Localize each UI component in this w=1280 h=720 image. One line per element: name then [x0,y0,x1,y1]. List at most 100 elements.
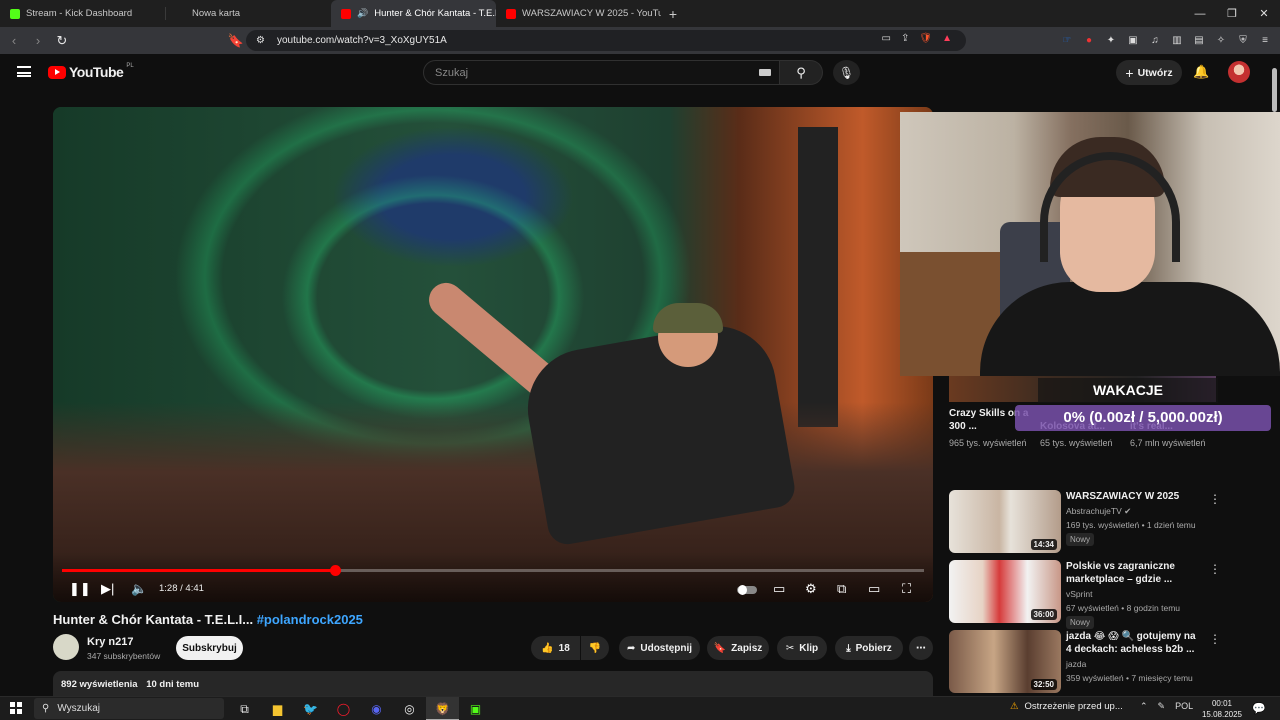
volume-icon[interactable]: 🔈 [131,581,147,597]
reload-icon[interactable]: ↻ [52,33,72,49]
voice-search-button[interactable]: 🎙 [833,60,860,85]
bookmark-icon[interactable]: 🔖 [226,33,246,49]
app-icon[interactable]: 🐦 [294,702,327,716]
notifications-bell-icon[interactable]: 🔔 [1193,64,1209,80]
chevron-up-icon[interactable]: ⌃ [1140,701,1148,712]
browser-tabbar: Stream - Kick Dashboard Nowa karta 🔊 Hun… [0,0,1280,27]
channel-name[interactable]: Kry n217 [87,636,133,648]
tab-kick-dashboard[interactable]: Stream - Kick Dashboard [0,0,165,27]
recommendation-item[interactable]: 32:50 jazda 😂 😱 🔍 gotujemy na 4 deckach:… [949,630,1279,696]
progress-bar[interactable] [62,565,924,576]
audio-icon[interactable]: 🔊 [357,8,368,19]
create-button[interactable]: + Utwórz [1116,60,1182,85]
language-indicator[interactable]: POL [1175,701,1193,712]
brave-icon[interactable]: 🦁 [426,697,459,720]
miniplayer-icon[interactable]: ⧉ [837,581,846,597]
site-info-icon[interactable]: ⚙ [256,35,265,46]
youtube-icon [506,8,516,19]
webcam-overlay [900,112,1280,376]
back-icon[interactable]: ‹ [4,33,24,48]
recommendation-item[interactable]: 36:00 Polskie vs zagraniczne marketplace… [949,560,1279,629]
notifications-icon[interactable]: 💬 [1252,702,1266,715]
account-avatar[interactable] [1228,61,1250,83]
subtitles-icon[interactable]: ▭ [773,581,785,597]
leo-icon[interactable]: ✧ [1214,35,1228,46]
clip-button[interactable]: ✂ Klip [777,636,827,660]
hamburger-menu-icon[interactable] [17,66,31,77]
warning-text: Ostrzeżenie przed up... [1024,701,1123,712]
like-button[interactable]: 👍 18 [531,636,580,660]
fullscreen-icon[interactable]: ⛶ [902,581,911,597]
more-vertical-icon[interactable]: ⋮ [1209,562,1221,576]
video-hashtag[interactable]: #polandrock2025 [257,612,363,627]
tab-label: Hunter & Chór Kantata - T.E.L [374,8,496,19]
save-button[interactable]: 🔖 Zapisz [707,636,769,660]
screenshot-icon[interactable]: ▣ [1126,35,1140,46]
share-icon[interactable]: ⇪ [901,33,909,44]
page-scrollbar[interactable] [1272,68,1277,112]
opera-icon[interactable]: ◯ [327,702,360,716]
taskbar-search[interactable]: ⚲ Wyszukaj [34,698,224,719]
chat-app-icon[interactable]: ▣ [459,702,492,716]
close-window-icon[interactable]: ✕ [1248,0,1280,27]
pause-icon[interactable]: ❚❚ [69,581,91,597]
discord-icon[interactable]: ◉ [360,702,393,716]
download-icon: ⤓ [846,642,851,654]
music-icon[interactable]: ♫ [1148,35,1162,46]
recommendation-item[interactable]: 14:34 WARSZAWIACY W 2025 AbstrachujeTV ✔… [949,490,1279,556]
share-button[interactable]: ➦ Udostępnij [619,636,700,660]
puzzle-icon[interactable]: ✦ [1104,35,1118,46]
video-player[interactable]: ❚❚ ▶| 🔈 1:28 / 4:41 ▭ ⚙ ⧉ ▭ ⛶ [53,107,933,602]
new-badge: Nowy [1066,616,1095,629]
new-tab-button[interactable]: + [661,0,685,27]
task-view-icon[interactable]: ⧉ [228,702,261,717]
autoplay-toggle[interactable] [737,585,757,595]
more-actions-button[interactable]: ⋯ [909,636,933,660]
search-input[interactable]: Szukaj [423,60,780,85]
extension-icon[interactable]: ● [1082,35,1096,46]
cast-icon[interactable]: ▭ [882,33,891,44]
share-label: Udostępnij [640,642,693,654]
theater-mode-icon[interactable]: ▭ [868,581,880,597]
channel-avatar[interactable] [53,634,79,660]
update-warning[interactable]: ⚠ Ostrzeżenie przed up... [1010,701,1123,712]
keyboard-icon[interactable] [759,69,771,76]
next-icon[interactable]: ▶| [101,581,114,597]
tab-current-video[interactable]: 🔊 Hunter & Chór Kantata - T.E.L ✕ [331,0,496,27]
settings-gear-icon[interactable]: ⚙ [805,581,817,597]
address-bar[interactable]: ⚙ youtube.com/watch?v=3_XoXgUY51A ▭ ⇪ 🛡 … [246,30,966,51]
subscribe-button[interactable]: Subskrybuj [176,636,243,660]
shorts-views: 965 tys. wyświetleń [949,438,1027,448]
vpn-icon[interactable]: ⛨ [1236,35,1250,46]
tab-warszawiacy[interactable]: WARSZAWIACY W 2025 - YouTube ✕ [496,0,661,27]
obs-icon[interactable]: ◎ [393,702,426,716]
download-button[interactable]: ⤓ Pobierz [835,636,903,660]
brave-rewards-icon[interactable]: ▲ [942,33,952,44]
search-icon: ⚲ [42,703,50,714]
taskbar-clock[interactable]: 00:01 15.08.2025 [1200,698,1244,720]
windows-start-icon[interactable] [10,702,22,714]
more-vertical-icon[interactable]: ⋮ [1209,632,1221,646]
video-thumbnail[interactable]: 32:50 [949,630,1061,693]
pen-icon[interactable]: ✎ [1158,701,1166,712]
video-thumbnail[interactable]: 14:34 [949,490,1061,553]
youtube-logo[interactable]: YouTube PL [48,63,134,80]
wallet-icon[interactable]: ▤ [1192,35,1206,46]
minimize-icon[interactable]: — [1184,0,1216,27]
sidebar-icon[interactable]: ▥ [1170,35,1184,46]
restore-icon[interactable]: ❐ [1216,0,1248,27]
brave-shield-icon[interactable]: 🛡 [919,33,932,44]
description-box[interactable]: 892 wyświetlenia 10 dni temu [53,671,933,696]
search-button[interactable]: ⚲ [780,60,823,85]
translate-icon[interactable]: ☞ [1060,35,1074,46]
progress-scrubber[interactable] [329,565,341,576]
browser-menu-icon[interactable]: ≡ [1258,35,1272,46]
forward-icon[interactable]: › [28,33,48,48]
rec-channel: jazda [1066,659,1087,669]
dislike-button[interactable]: 👎 [581,636,609,660]
file-explorer-icon[interactable]: ▆ [261,702,294,716]
video-thumbnail[interactable]: 36:00 [949,560,1061,623]
view-count: 892 wyświetlenia [61,679,138,690]
tab-new-tab[interactable]: Nowa karta [166,0,331,27]
more-vertical-icon[interactable]: ⋮ [1209,492,1221,506]
